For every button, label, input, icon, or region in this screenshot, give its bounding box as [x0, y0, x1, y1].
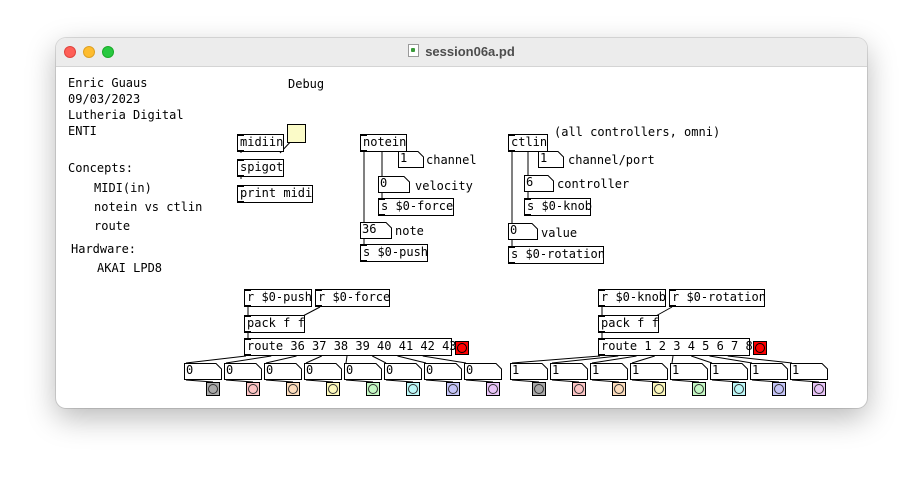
route-controllers-object[interactable]: route 1 2 3 4 5 6 7 8 [598, 338, 753, 356]
ctl-number-box[interactable]: 1 [590, 363, 628, 380]
controller-label: controller [557, 177, 630, 191]
course-comment: Lutheria Digital [68, 108, 184, 122]
midiin-object[interactable]: midiin [237, 134, 284, 152]
ctl-bang[interactable] [812, 382, 826, 396]
ctl-bang[interactable] [652, 382, 666, 396]
ctl-number-box[interactable]: 1 [750, 363, 788, 380]
ctl-bang[interactable] [772, 382, 786, 396]
ctl-number-box[interactable]: 1 [790, 363, 828, 380]
note-bang[interactable] [406, 382, 420, 396]
note-number-box[interactable]: 0 [344, 363, 382, 380]
pack-object[interactable]: pack f f [244, 315, 305, 333]
note-bang[interactable] [246, 382, 260, 396]
debug-label: Debug [288, 77, 325, 91]
ctl-number-box[interactable]: 1 [630, 363, 668, 380]
concept-item: MIDI(in) [94, 181, 152, 195]
notein-object[interactable]: notein [360, 134, 407, 152]
send-push-object[interactable]: s $0-push [360, 244, 428, 262]
concept-item: route [94, 219, 131, 233]
concepts-title: Concepts: [68, 161, 134, 175]
value-label: value [541, 226, 578, 240]
receive-rotation-object[interactable]: r $0-rotation [669, 289, 766, 307]
channel-label: channel [426, 153, 477, 167]
school-comment: ENTI [68, 124, 97, 138]
ctl-number-box[interactable]: 1 [710, 363, 748, 380]
note-number-box[interactable]: 0 [464, 363, 502, 380]
note-number-box[interactable]: 0 [224, 363, 262, 380]
ctl-bang[interactable] [532, 382, 546, 396]
note-number-box[interactable]: 0 [184, 363, 222, 380]
receive-push-object[interactable]: r $0-push [244, 289, 312, 307]
note-bang[interactable] [286, 382, 300, 396]
note-bang[interactable] [326, 382, 340, 396]
route-notes-bang[interactable] [455, 341, 469, 355]
ctl-number-box[interactable]: 1 [670, 363, 708, 380]
ctl-number-box[interactable]: 1 [510, 363, 548, 380]
hardware-item: AKAI LPD8 [97, 261, 163, 275]
title-bar: session06a.pd [56, 38, 867, 67]
note-bang[interactable] [206, 382, 220, 396]
note-bang[interactable] [366, 382, 380, 396]
pd-window: session06a.pd Enric Guaus 09/03/2023 Lut… [56, 38, 867, 408]
ctl-bang[interactable] [572, 382, 586, 396]
channel-port-label: channel/port [568, 153, 655, 167]
send-force-object[interactable]: s $0-force [378, 198, 454, 216]
author-comment: Enric Guaus [68, 76, 148, 90]
window-title: session06a.pd [56, 44, 867, 59]
send-knob-object[interactable]: s $0-knob [524, 198, 592, 216]
value-number-box[interactable]: 0 [508, 223, 538, 240]
ctl-bang[interactable] [732, 382, 746, 396]
concept-item: notein vs ctlin [94, 200, 203, 214]
route-controllers-bang[interactable] [753, 341, 767, 355]
document-icon [408, 44, 420, 57]
note-number-box[interactable]: 36 [360, 222, 392, 239]
note-bang[interactable] [486, 382, 500, 396]
ctl-bang[interactable] [692, 382, 706, 396]
pack-object[interactable]: pack f f [598, 315, 659, 333]
receive-force-object[interactable]: r $0-force [315, 289, 390, 307]
ctl-bang[interactable] [612, 382, 626, 396]
note-number-box[interactable]: 0 [264, 363, 302, 380]
print-midi-object[interactable]: print midi [237, 185, 313, 203]
ctlin-object[interactable]: ctlin [508, 134, 548, 152]
velocity-number-box[interactable]: 0 [378, 176, 410, 193]
patch-canvas[interactable]: Enric Guaus 09/03/2023 Lutheria Digital … [56, 67, 867, 408]
controller-number-box[interactable]: 6 [524, 175, 554, 192]
note-label: note [395, 224, 424, 238]
note-number-box[interactable]: 0 [384, 363, 422, 380]
debug-toggle[interactable] [287, 124, 306, 143]
velocity-label: velocity [415, 179, 473, 193]
note-bang[interactable] [446, 382, 460, 396]
channel-number-box[interactable]: 1 [398, 151, 424, 168]
date-comment: 09/03/2023 [68, 92, 141, 106]
route-notes-object[interactable]: route 36 37 38 39 40 41 42 43 [244, 338, 457, 356]
note-number-box[interactable]: 0 [304, 363, 342, 380]
ctl-number-box[interactable]: 1 [550, 363, 588, 380]
receive-knob-object[interactable]: r $0-knob [598, 289, 666, 307]
ctl-channel-number-box[interactable]: 1 [538, 151, 564, 168]
send-rotation-object[interactable]: s $0-rotation [508, 246, 605, 264]
hardware-title: Hardware: [71, 242, 137, 256]
ctlin-comment: (all controllers, omni) [554, 125, 721, 139]
spigot-object[interactable]: spigot [237, 159, 284, 177]
note-number-box[interactable]: 0 [424, 363, 462, 380]
